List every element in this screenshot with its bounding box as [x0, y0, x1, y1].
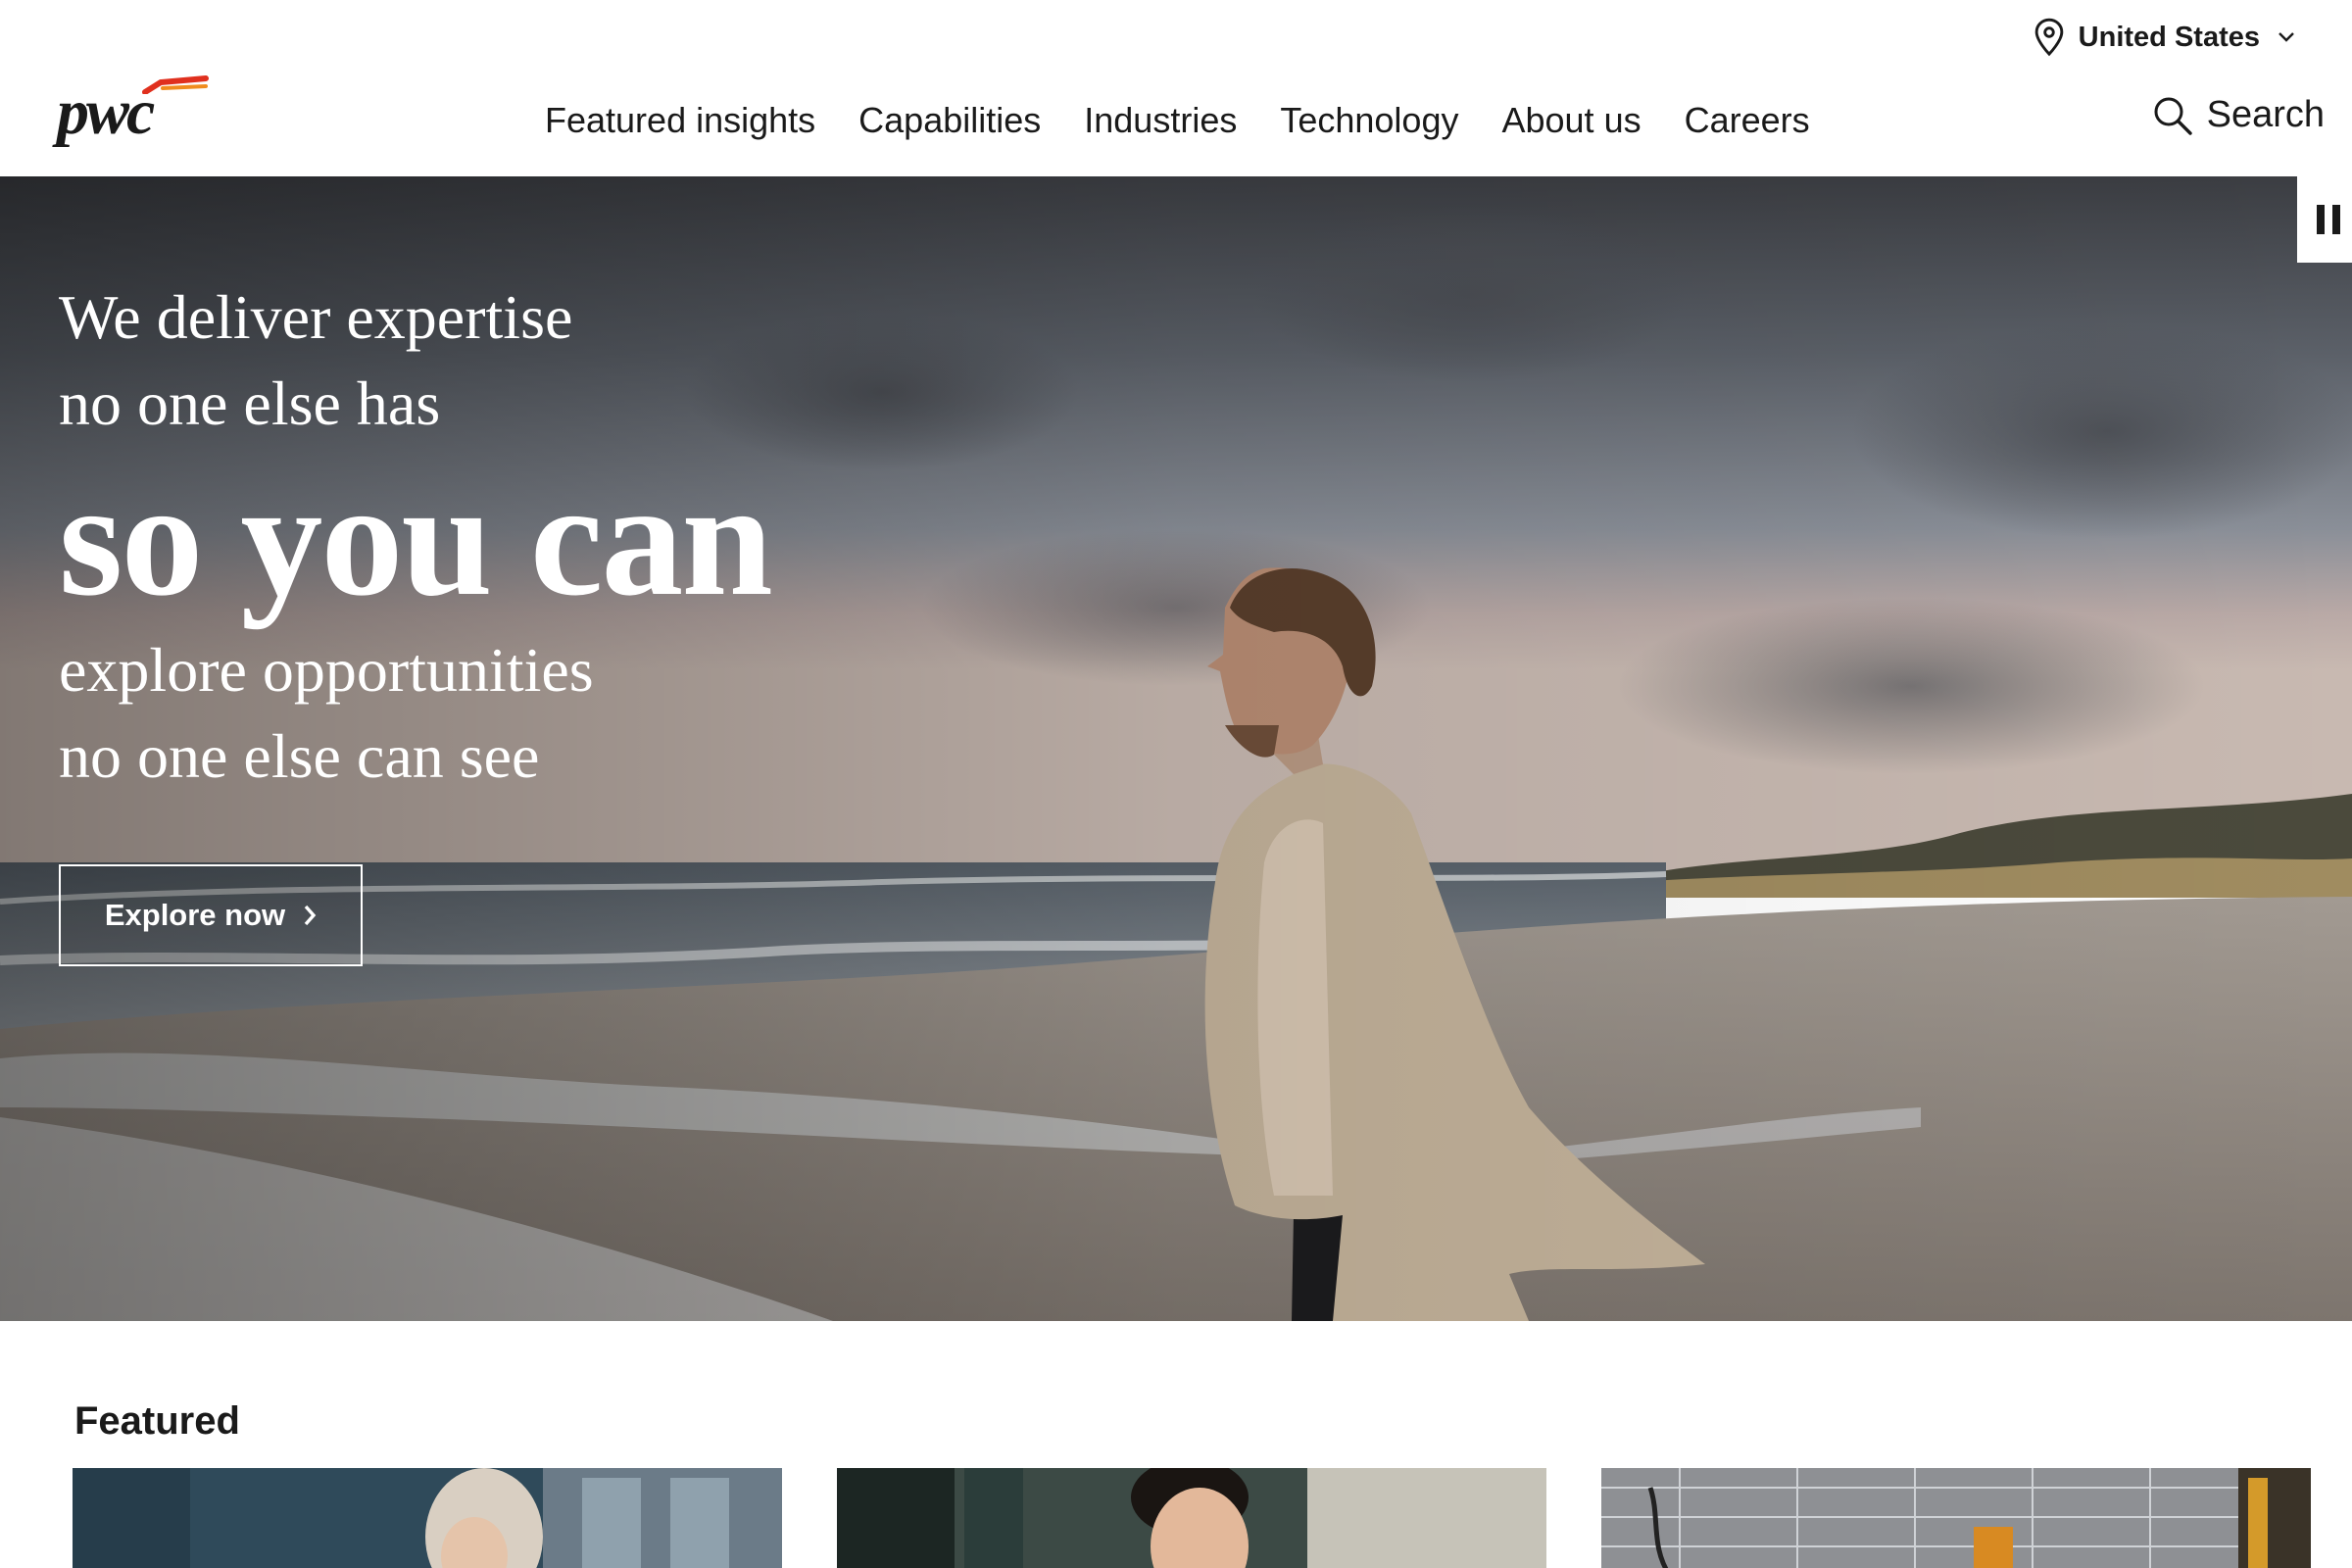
hero-emphasis: so you can: [59, 448, 773, 630]
hero-line-4: no one else can see: [59, 721, 540, 791]
hero-headline: We deliver expertise no one else has so …: [59, 274, 773, 800]
logo-wordmark: pwc: [57, 76, 155, 148]
search-label: Search: [2206, 94, 2325, 135]
nav-about-us[interactable]: About us: [1480, 96, 1662, 145]
site-header: United States pwc Featured insights Capa…: [0, 0, 2352, 176]
hero-line-1: We deliver expertise: [59, 282, 573, 352]
pwc-logo[interactable]: pwc: [57, 74, 209, 149]
featured-heading: Featured: [74, 1399, 240, 1443]
hero-banner: We deliver expertise no one else has so …: [0, 176, 2352, 1321]
main-nav: Featured insights Capabilities Industrie…: [545, 96, 1832, 145]
chevron-right-icon: [304, 905, 317, 926]
location-label: United States: [2078, 21, 2260, 53]
smiling-woman-photo: [837, 1468, 1546, 1568]
location-pin-icon: [2034, 18, 2063, 57]
pause-icon: [2317, 205, 2325, 234]
nav-industries[interactable]: Industries: [1062, 96, 1258, 145]
hero-line-2: no one else has: [59, 368, 441, 438]
explore-now-label: Explore now: [104, 898, 286, 932]
search-button[interactable]: Search: [2152, 94, 2325, 136]
featured-card-3[interactable]: [1601, 1468, 2311, 1568]
nav-careers[interactable]: Careers: [1663, 96, 1832, 145]
featured-card-2[interactable]: [837, 1468, 1546, 1568]
woman-office-photo: [73, 1468, 782, 1568]
chevron-down-icon: [2278, 32, 2294, 42]
hero-line-3: explore opportunities: [59, 635, 594, 705]
nav-featured-insights[interactable]: Featured insights: [545, 96, 837, 145]
factory-robotics-photo: [1601, 1468, 2311, 1568]
pause-icon-bar: [2332, 205, 2340, 234]
explore-now-button[interactable]: Explore now: [59, 864, 363, 966]
nav-capabilities[interactable]: Capabilities: [837, 96, 1062, 145]
location-selector[interactable]: United States: [2032, 18, 2295, 57]
featured-card-1[interactable]: [73, 1468, 782, 1568]
pause-video-button[interactable]: [2297, 176, 2352, 263]
search-icon: [2154, 97, 2192, 135]
nav-technology[interactable]: Technology: [1258, 96, 1480, 145]
